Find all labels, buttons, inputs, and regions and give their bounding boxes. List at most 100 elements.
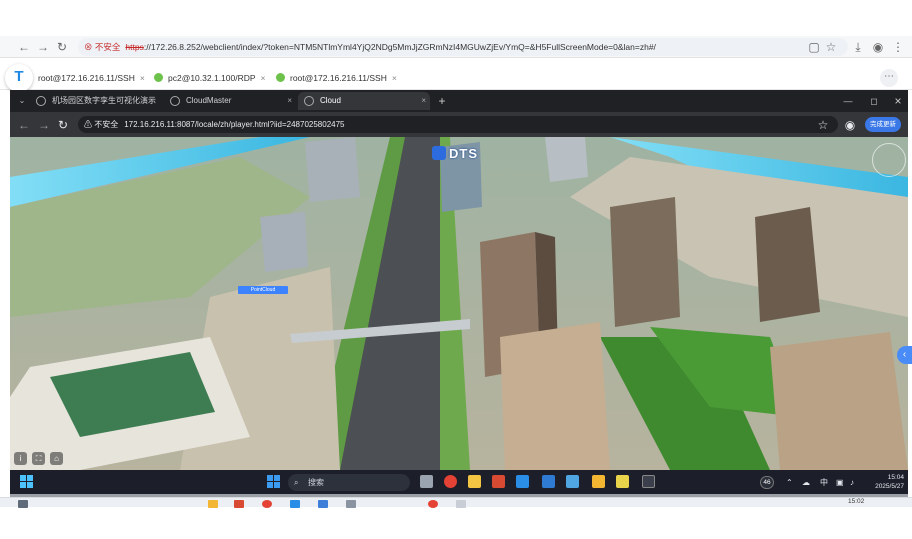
inner-tab-3[interactable]: Cloud × xyxy=(298,92,430,110)
forward-icon[interactable]: → xyxy=(36,117,52,133)
tray-chevron-icon[interactable]: ⌃ xyxy=(786,476,793,489)
city-scene xyxy=(10,137,908,470)
remote-tab-1[interactable]: root@172.16.216.11/SSH × xyxy=(34,68,145,88)
remote-tab-label: pc2@10.32.1.100/RDP xyxy=(168,73,256,83)
restore-icon[interactable]: ◻ xyxy=(866,93,882,109)
screen: ← → ↻ ⊗ 不安全 https://172.26.8.252/webclien… xyxy=(0,0,912,539)
not-secure-label: 不安全 xyxy=(94,42,121,52)
3d-viewport[interactable] xyxy=(10,137,908,470)
chrome-icon[interactable] xyxy=(262,500,272,508)
url-scheme: https xyxy=(125,42,144,52)
outer-address-bar[interactable]: ⊗ 不安全 https://172.26.8.252/webclient/inde… xyxy=(78,38,848,56)
side-panel-toggle[interactable]: ‹ xyxy=(897,346,912,364)
back-icon[interactable]: ← xyxy=(16,39,32,55)
terminal-icon[interactable] xyxy=(642,475,655,488)
folder-icon[interactable] xyxy=(208,500,218,508)
forward-icon[interactable]: → xyxy=(35,39,51,55)
inner-tab-label: CloudMaster xyxy=(186,96,232,105)
tray-badge[interactable]: 46 xyxy=(760,476,774,489)
task-view-icon[interactable] xyxy=(420,475,433,488)
search-icon: ⌕ xyxy=(294,478,299,487)
document-icon[interactable] xyxy=(542,475,555,488)
office-building xyxy=(260,212,308,272)
close-icon[interactable]: × xyxy=(287,92,292,110)
connected-icon xyxy=(154,73,163,82)
profile-icon[interactable]: ◉ xyxy=(870,39,886,55)
new-tab-icon[interactable]: + xyxy=(434,93,450,109)
windows-start-icon[interactable] xyxy=(267,475,280,488)
app-icon[interactable] xyxy=(290,500,300,508)
start-icon[interactable] xyxy=(18,500,28,508)
profile-icon[interactable]: ◉ xyxy=(842,117,858,133)
remote-tab-2[interactable]: pc2@10.32.1.100/RDP × xyxy=(150,68,266,88)
app-icon[interactable] xyxy=(234,500,244,508)
app-icon[interactable] xyxy=(428,500,438,508)
fullscreen-icon[interactable]: ⛶ xyxy=(32,452,45,465)
tower xyxy=(305,137,360,202)
window-close-icon[interactable]: × xyxy=(890,93,906,109)
close-icon[interactable]: × xyxy=(261,73,266,83)
not-secure-badge[interactable]: ⊗ 不安全 xyxy=(84,42,120,52)
compass-icon[interactable] xyxy=(872,143,906,177)
tab-search-icon[interactable]: ▢ xyxy=(806,39,822,55)
info-icon[interactable]: i xyxy=(14,452,27,465)
reload-icon[interactable]: ↻ xyxy=(54,39,70,55)
poi-label[interactable]: PointCloud xyxy=(238,286,288,294)
remote-tab-label: root@172.16.216.11/SSH xyxy=(290,73,387,83)
not-secure-badge[interactable]: ⚠ 不安全 xyxy=(84,120,118,129)
bookmark-star-icon[interactable]: ☆ xyxy=(815,117,831,133)
menu-icon[interactable]: ⋮ xyxy=(890,39,906,55)
reload-icon[interactable]: ↻ xyxy=(55,117,71,133)
settings-icon[interactable] xyxy=(346,500,356,508)
download-icon[interactable]: ⤓ xyxy=(850,39,866,55)
chrome-icon[interactable] xyxy=(444,475,457,488)
app-icon[interactable] xyxy=(456,500,466,508)
close-icon[interactable]: × xyxy=(421,92,426,110)
taskbar-search-input[interactable]: ⌕ 搜索 xyxy=(288,474,410,491)
taskbar-clock[interactable]: 15:04 2025/5/27 xyxy=(860,473,904,491)
connected-icon xyxy=(276,73,285,82)
ime-indicator[interactable]: 中 xyxy=(820,476,828,489)
local-clock[interactable]: 15:02 xyxy=(848,497,864,506)
home-icon[interactable]: ⌂ xyxy=(50,452,63,465)
app-logo[interactable]: T xyxy=(5,64,33,92)
photos-icon[interactable] xyxy=(566,475,579,488)
globe-icon xyxy=(36,96,46,106)
vscode-icon[interactable] xyxy=(516,475,529,488)
close-icon[interactable]: × xyxy=(392,73,397,83)
start-icon[interactable] xyxy=(20,475,33,488)
clock-date: 2025/5/27 xyxy=(875,483,904,490)
folder-icon[interactable] xyxy=(592,475,605,488)
inner-address-bar[interactable]: ⚠ 不安全 172.16.216.11:8087/locale/zh/player… xyxy=(78,116,838,133)
app-icon[interactable] xyxy=(318,500,328,508)
inner-tab-label: Cloud xyxy=(320,96,341,105)
close-icon[interactable]: × xyxy=(149,92,154,110)
more-options-button[interactable]: ⋯ xyxy=(880,69,898,87)
dts-logo-text: DTS xyxy=(449,146,478,161)
inner-tab-1[interactable]: 机场园区数字孪生可视化演示 × xyxy=(30,92,158,110)
inner-tab-label: 机场园区数字孪生可视化演示 xyxy=(52,96,156,105)
minimize-icon[interactable]: — xyxy=(840,93,856,109)
notes-icon[interactable] xyxy=(468,475,481,488)
back-icon[interactable]: ← xyxy=(16,117,32,133)
close-icon[interactable]: × xyxy=(140,73,145,83)
wps-icon[interactable] xyxy=(492,475,505,488)
bookmark-star-icon[interactable]: ☆ xyxy=(823,39,839,55)
tab-list-icon[interactable]: ⌄ xyxy=(14,93,30,109)
remote-tab-3[interactable]: root@172.16.216.11/SSH × xyxy=(272,68,397,88)
tower xyxy=(755,207,820,322)
app-icon[interactable] xyxy=(616,475,629,488)
tower xyxy=(770,332,908,470)
dts-logo: DTS xyxy=(432,146,478,164)
tower xyxy=(500,322,610,470)
update-button[interactable]: 完成更新 xyxy=(865,117,901,132)
inner-tab-2[interactable]: CloudMaster × xyxy=(164,92,296,110)
tower xyxy=(545,137,588,182)
url-text: ://172.26.8.252/webclient/index/?token=N… xyxy=(143,42,656,52)
not-secure-label: 不安全 xyxy=(94,120,119,129)
cloud-icon[interactable]: ☁ xyxy=(802,476,810,489)
tower xyxy=(610,197,680,327)
volume-icon[interactable]: ♪ xyxy=(850,476,854,489)
search-placeholder: 搜索 xyxy=(308,478,324,487)
network-icon[interactable]: ▣ xyxy=(836,476,844,489)
